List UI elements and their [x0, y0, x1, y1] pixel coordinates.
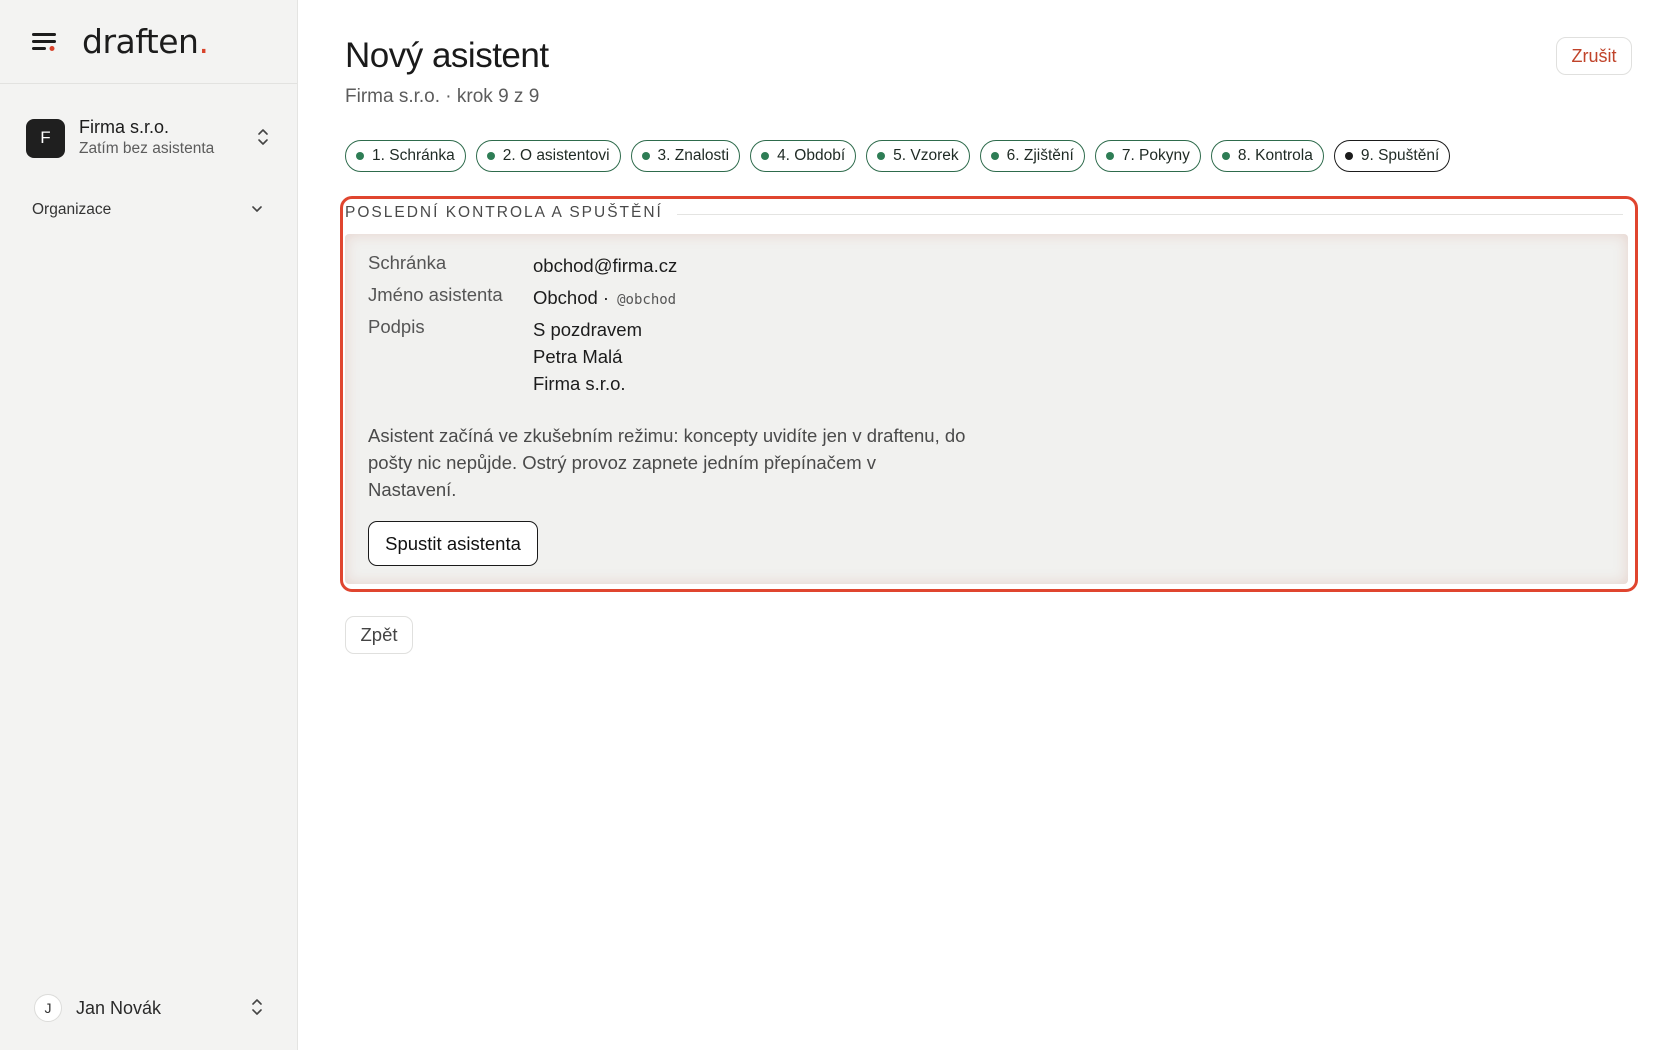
- step-8[interactable]: 8. Kontrola: [1210, 140, 1324, 172]
- stepper: 1. Schránka 2. O asistentovi 3. Znalosti…: [345, 140, 1460, 172]
- step-label: 8. Kontrola: [1237, 147, 1313, 164]
- step-status-dot: [356, 152, 364, 160]
- step-2[interactable]: 2. O asistentovi: [475, 140, 621, 172]
- org-subtitle: Zatím bez asistenta: [79, 140, 215, 157]
- step-label: 1. Schránka: [372, 147, 455, 164]
- step-status-dot: [1221, 152, 1230, 160]
- user-menu[interactable]: J Jan Novák: [34, 993, 266, 1023]
- brand-logo[interactable]: draften.: [82, 22, 209, 61]
- step-label: 2. O asistentovi: [502, 147, 610, 164]
- step-1[interactable]: 1. Schránka: [345, 140, 466, 172]
- page-subtitle: Firma s.r.o. · krok 9 z 9: [345, 86, 540, 107]
- page-title: Nový asistent: [345, 36, 549, 75]
- step-7[interactable]: 7. Pokyny: [1094, 140, 1201, 172]
- step-status-dot: [1105, 152, 1114, 160]
- org-avatar: F: [26, 118, 65, 158]
- highlight-frame: [340, 196, 1638, 592]
- step-status-dot: [641, 152, 650, 160]
- chevron-updown-icon: [256, 127, 272, 149]
- step-label: 7. Pokyny: [1121, 147, 1190, 164]
- step-label: 4. Období: [777, 147, 846, 164]
- step-label: 3. Znalosti: [657, 147, 730, 164]
- sidebar-section-label: Organizace: [32, 201, 112, 218]
- step-5[interactable]: 5. Vzorek: [866, 140, 970, 172]
- back-button[interactable]: Zpět: [345, 616, 413, 654]
- step-status-dot: [877, 152, 886, 160]
- step-4[interactable]: 4. Období: [750, 140, 857, 172]
- step-status-dot: [1344, 152, 1353, 160]
- org-name: Firma s.r.o.: [79, 117, 170, 137]
- cancel-button[interactable]: Zrušit: [1556, 37, 1632, 75]
- step-9[interactable]: 9. Spuštění: [1333, 140, 1451, 172]
- step-status-dot: [990, 152, 999, 160]
- step-label: 9. Spuštění: [1360, 147, 1440, 164]
- step-status-dot: [486, 152, 495, 160]
- step-label: 6. Zjištění: [1006, 147, 1074, 164]
- step-6[interactable]: 6. Zjištění: [979, 140, 1085, 172]
- sidebar-header: draften.: [0, 0, 297, 84]
- step-3[interactable]: 3. Znalosti: [630, 140, 741, 172]
- org-switcher[interactable]: F Firma s.r.o. Zatím bez asistenta: [26, 113, 272, 163]
- user-name: Jan Novák: [76, 997, 162, 1018]
- step-status-dot: [761, 152, 770, 160]
- user-avatar: J: [34, 994, 62, 1022]
- chevron-updown-icon: [250, 997, 266, 1019]
- sidebar: draften. F Firma s.r.o. Zatím bez asiste…: [0, 0, 298, 1050]
- menu-icon[interactable]: [32, 30, 60, 54]
- chevron-down-icon: [250, 201, 264, 219]
- step-label: 5. Vzorek: [893, 147, 959, 164]
- sidebar-section-organizace[interactable]: Organizace: [32, 198, 264, 222]
